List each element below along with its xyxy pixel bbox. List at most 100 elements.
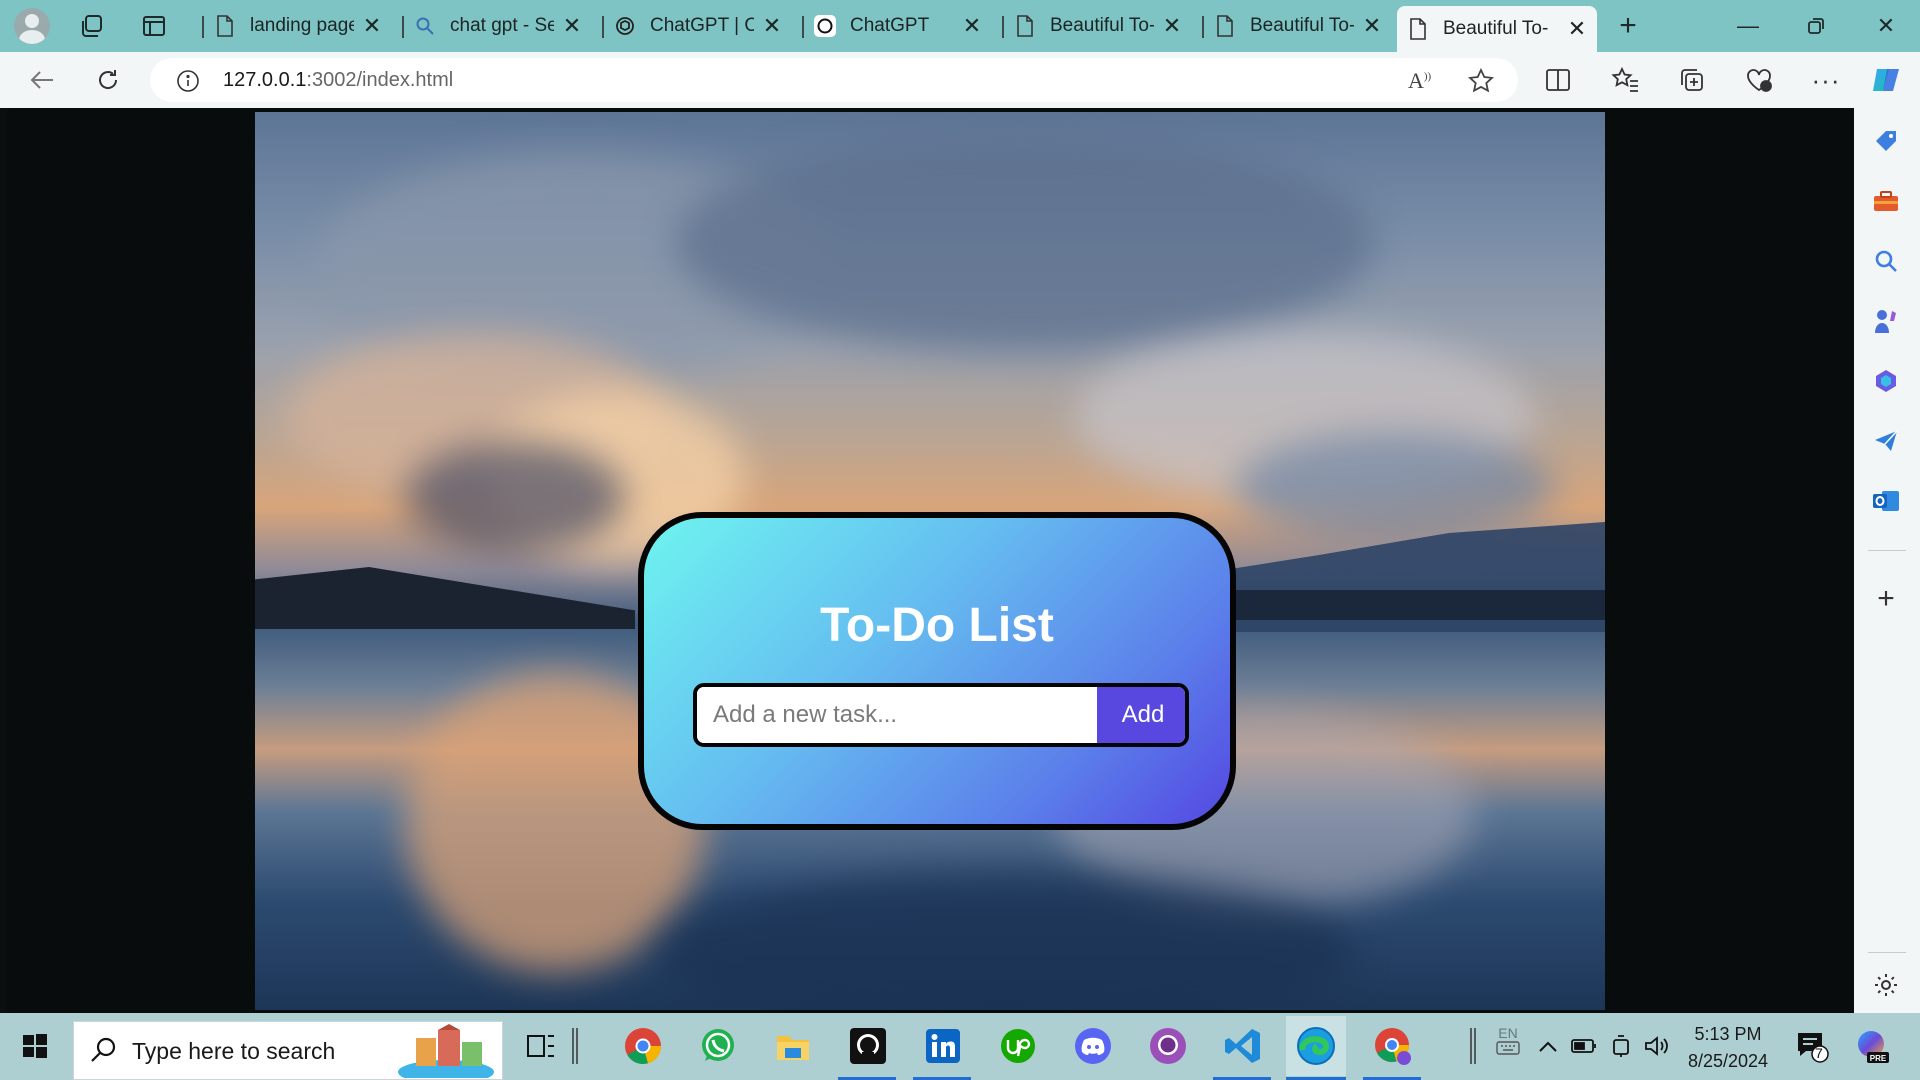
close-tab-icon[interactable]: ✕: [762, 13, 782, 39]
file-explorer-icon[interactable]: [772, 1025, 814, 1067]
page-viewport: To-Do List Add: [6, 108, 1854, 1013]
copilot-preview-icon[interactable]: PRE: [1850, 1025, 1892, 1067]
close-window-button[interactable]: ✕: [1856, 8, 1916, 44]
windows-taskbar: Type here to search EN 5:13 PM 8/25/2024…: [0, 1013, 1920, 1080]
discord-icon[interactable]: [1072, 1025, 1114, 1067]
favorite-star-icon[interactable]: [1467, 67, 1495, 94]
close-tab-icon[interactable]: ✕: [1162, 13, 1182, 39]
microsoft-365-icon[interactable]: [1871, 366, 1901, 396]
profile-avatar[interactable]: [14, 8, 50, 44]
new-tab-button[interactable]: +: [1598, 8, 1658, 44]
page-icon: [1214, 15, 1236, 37]
todo-title: To-Do List: [820, 599, 1054, 652]
sidebar-settings-icon[interactable]: [1871, 970, 1901, 1000]
tab-chatgpt[interactable]: ChatGPT ✕: [802, 6, 992, 46]
openai-icon: [614, 15, 636, 37]
close-tab-icon[interactable]: ✕: [362, 13, 382, 39]
site-info-icon[interactable]: [176, 69, 200, 98]
tab-title: Beautiful To-: [1050, 15, 1154, 36]
todo-card: To-Do List Add: [638, 512, 1236, 830]
new-task-input[interactable]: [697, 687, 1097, 743]
openai-icon: [814, 15, 836, 37]
tab-chat-gpt-search[interactable]: chat gpt - Se ✕: [402, 6, 592, 46]
back-button[interactable]: [22, 60, 62, 100]
linkedin-icon[interactable]: [922, 1025, 964, 1067]
lang-label: EN: [1498, 1025, 1518, 1041]
split-screen-icon[interactable]: [1538, 60, 1578, 100]
close-tab-icon[interactable]: ✕: [1362, 13, 1382, 39]
outlook-icon[interactable]: [1871, 486, 1901, 516]
browser-essentials-icon[interactable]: [1739, 60, 1779, 100]
close-tab-icon[interactable]: ✕: [562, 13, 582, 39]
shopping-tag-icon[interactable]: [1871, 126, 1901, 156]
github-icon[interactable]: [847, 1025, 889, 1067]
tab-title: ChatGPT: [850, 15, 930, 36]
page-icon: [1014, 15, 1036, 37]
taskbar-divider-icon: [570, 1025, 580, 1067]
clock-date: 8/25/2024: [1687, 1051, 1769, 1071]
notification-center-icon[interactable]: 7: [1791, 1025, 1833, 1067]
network-icon[interactable]: [1604, 1025, 1640, 1067]
show-hidden-icons-chevron-icon[interactable]: [1530, 1025, 1566, 1067]
tab-title: Beautiful To-: [1250, 15, 1354, 36]
address-bar[interactable]: 127.0.0.1:3002/index.html A)): [150, 58, 1518, 102]
whatsapp-icon[interactable]: [697, 1025, 739, 1067]
shoreline: [1215, 590, 1605, 620]
task-view-icon[interactable]: [520, 1025, 562, 1067]
tab-title: landing page: [250, 15, 354, 36]
search-icon: [90, 1036, 118, 1069]
page-icon: [214, 15, 236, 37]
search-icon[interactable]: [1871, 246, 1901, 276]
tab-beautiful-todo-2[interactable]: Beautiful To- ✕: [1202, 6, 1392, 46]
tab-chatgpt-openai[interactable]: ChatGPT | Op ✕: [602, 6, 792, 46]
sidebar-divider: [1868, 952, 1906, 953]
upwork-icon[interactable]: [997, 1025, 1039, 1067]
tab-title: ChatGPT | Op: [650, 15, 754, 36]
windows-start-icon[interactable]: [14, 1025, 56, 1067]
telegram-send-icon[interactable]: [1871, 426, 1901, 456]
battery-icon[interactable]: [1566, 1025, 1602, 1067]
input-language-indicator[interactable]: EN: [1492, 1025, 1524, 1058]
search-highlight-illustration-icon: [394, 1024, 498, 1080]
chrome-icon[interactable]: [622, 1025, 664, 1067]
mountain-left: [255, 567, 635, 629]
tools-briefcase-icon[interactable]: [1871, 186, 1901, 216]
edge-sidebar: +: [1854, 108, 1920, 1013]
search-placeholder: Type here to search: [132, 1038, 336, 1064]
taskbar-clock[interactable]: 5:13 PM 8/25/2024: [1676, 1021, 1780, 1075]
favorites-icon[interactable]: [1605, 60, 1645, 100]
tab-beautiful-todo-active[interactable]: Beautiful To- ✕: [1397, 6, 1597, 52]
edge-icon[interactable]: [1286, 1016, 1346, 1076]
tab-beautiful-todo-1[interactable]: Beautiful To- ✕: [1002, 6, 1192, 46]
todo-form: Add: [693, 683, 1189, 747]
copilot-icon[interactable]: [1866, 60, 1906, 100]
cloud: [675, 132, 1375, 352]
add-task-button[interactable]: Add: [1097, 687, 1185, 743]
tab-title: chat gpt - Se: [450, 15, 554, 36]
tab-landing-page[interactable]: landing page ✕: [202, 6, 392, 46]
sidebar-divider: [1868, 550, 1906, 551]
page-icon: [1407, 18, 1429, 40]
vscode-icon[interactable]: [1222, 1025, 1264, 1067]
refresh-button[interactable]: [88, 60, 128, 100]
cloud: [405, 442, 625, 552]
tab-actions-icon[interactable]: [136, 8, 172, 44]
read-aloud-icon[interactable]: A)): [1408, 68, 1434, 94]
clock-time: 5:13 PM: [1694, 1024, 1762, 1044]
add-sidebar-app-icon[interactable]: +: [1871, 582, 1901, 615]
close-tab-icon[interactable]: ✕: [1567, 16, 1587, 42]
more-options-icon[interactable]: ···: [1806, 60, 1846, 100]
taskbar-search-box[interactable]: Type here to search: [73, 1021, 503, 1080]
restore-button[interactable]: [1786, 8, 1846, 44]
collections-icon[interactable]: [1672, 60, 1712, 100]
games-chess-icon[interactable]: [1871, 306, 1901, 336]
close-tab-icon[interactable]: ✕: [962, 13, 982, 39]
volume-icon[interactable]: [1638, 1025, 1674, 1067]
chrome-profile-icon[interactable]: [1372, 1025, 1414, 1067]
github-desktop-icon[interactable]: [1147, 1025, 1189, 1067]
workspaces-icon[interactable]: [74, 8, 110, 44]
url-path: :3002/index.html: [306, 69, 454, 91]
url-text[interactable]: 127.0.0.1:3002/index.html: [223, 69, 453, 92]
browser-toolbar: 127.0.0.1:3002/index.html A)) ···: [0, 52, 1920, 108]
minimize-button[interactable]: —: [1718, 8, 1778, 44]
